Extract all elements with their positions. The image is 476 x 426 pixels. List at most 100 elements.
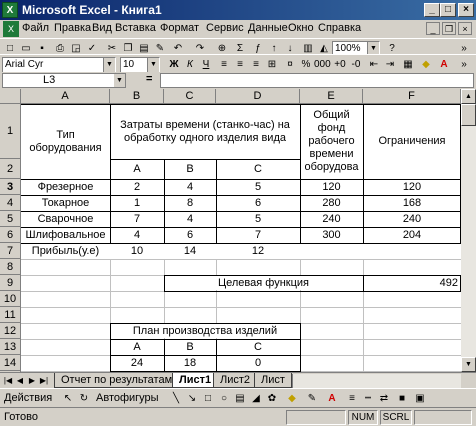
merge-center-icon[interactable]: ⊞	[264, 57, 280, 72]
column-header-f[interactable]: F	[363, 89, 461, 104]
format-options-icon[interactable]: »	[456, 57, 472, 72]
shadow-icon[interactable]: ■	[394, 391, 410, 406]
font-color-icon[interactable]: A	[436, 57, 452, 72]
cell-profit-value[interactable]: 12	[217, 244, 299, 258]
fill-color-icon[interactable]: ◆	[284, 391, 300, 406]
select-all-button[interactable]	[0, 89, 21, 104]
cell-d2-type-c[interactable]: C	[217, 160, 299, 178]
cell-value[interactable]: 5	[217, 180, 299, 194]
row-header-2[interactable]: 2	[0, 159, 21, 179]
objective-label[interactable]: Целевая функция	[165, 276, 362, 290]
cell-profit-value[interactable]: 10	[111, 244, 163, 258]
cell-value[interactable]: 8	[165, 196, 215, 210]
menu-format[interactable]: Формат	[160, 22, 199, 34]
worksheet-grid[interactable]: A B C D E F 1 2 3 4 5 6 7 8 9 10 11 12 1…	[0, 89, 476, 372]
plan-header-b[interactable]: B	[165, 340, 215, 354]
formula-input[interactable]	[160, 73, 474, 88]
clipart-icon[interactable]: ✿	[264, 391, 280, 406]
cell-value[interactable]: 120	[364, 180, 460, 194]
cell-value[interactable]: 2	[111, 180, 163, 194]
cell-profit-label[interactable]: Прибыль(у.е)	[22, 244, 109, 258]
actions-menu[interactable]: Действия	[4, 392, 52, 404]
plan-header-a[interactable]: A	[111, 340, 163, 354]
minimize-button[interactable]: _	[424, 3, 440, 17]
row-header-11[interactable]: 11	[0, 307, 21, 323]
borders-icon[interactable]: ▦	[400, 57, 416, 72]
cell-value[interactable]: 300	[301, 228, 362, 242]
menu-view[interactable]: Вид	[92, 22, 112, 34]
cell-equipment-name[interactable]: Шлифовальное	[22, 228, 109, 242]
fill-color-icon[interactable]: ◆	[418, 57, 434, 72]
cell-value[interactable]: 240	[301, 212, 362, 226]
currency-icon[interactable]: ¤	[282, 57, 298, 72]
font-size-select[interactable]: 10 ▼	[120, 57, 160, 73]
doc-minimize-button[interactable]: _	[426, 22, 440, 35]
plan-header-c[interactable]: C	[217, 340, 299, 354]
plan-title[interactable]: План производства изделий	[111, 324, 299, 338]
column-header-b[interactable]: B	[110, 89, 164, 104]
align-center-icon[interactable]: ≡	[232, 57, 248, 72]
document-icon[interactable]: X	[3, 21, 19, 37]
cell-equipment-name[interactable]: Токарное	[22, 196, 109, 210]
cell-value[interactable]: 204	[364, 228, 460, 242]
cell-value[interactable]: 7	[111, 212, 163, 226]
formula-equals[interactable]: =	[146, 73, 152, 85]
prev-sheet-icon[interactable]: ◀	[14, 374, 26, 387]
menu-file[interactable]: Файл	[22, 22, 49, 34]
percent-icon[interactable]: %	[298, 57, 314, 72]
cell-value[interactable]: 120	[301, 180, 362, 194]
row-header-9[interactable]: 9	[0, 275, 21, 291]
first-sheet-icon[interactable]: |◀	[2, 374, 14, 387]
column-header-c[interactable]: C	[164, 89, 216, 104]
row-header-7[interactable]: 7	[0, 243, 21, 259]
free-rotate-icon[interactable]: ↻	[76, 391, 92, 406]
cell-value[interactable]: 280	[301, 196, 362, 210]
cell-value[interactable]: 4	[165, 180, 215, 194]
cell-value[interactable]: 7	[217, 228, 299, 242]
align-right-icon[interactable]: ≡	[248, 57, 264, 72]
cell-value[interactable]: 1	[111, 196, 163, 210]
menu-insert[interactable]: Вставка	[115, 22, 156, 34]
decrease-indent-icon[interactable]: ⇤	[366, 57, 382, 72]
increase-decimal-icon[interactable]: +0	[332, 57, 348, 72]
row-header-5[interactable]: 5	[0, 211, 21, 227]
plan-value-b[interactable]: 18	[165, 356, 215, 370]
tab-sheet3[interactable]: Лист	[254, 373, 292, 388]
menu-edit[interactable]: Правка	[54, 22, 91, 34]
menu-data[interactable]: Данные	[248, 22, 288, 34]
arrow-icon[interactable]: ↘	[184, 391, 200, 406]
cell-value[interactable]: 4	[165, 212, 215, 226]
column-header-a[interactable]: A	[21, 89, 110, 104]
arrow-style-icon[interactable]: ⇄	[376, 391, 392, 406]
cell-value[interactable]: 168	[364, 196, 460, 210]
row-header-10[interactable]: 10	[0, 291, 21, 307]
align-left-icon[interactable]: ≡	[216, 57, 232, 72]
column-header-d[interactable]: D	[216, 89, 300, 104]
menu-help[interactable]: Справка	[318, 22, 361, 34]
3d-icon[interactable]: ▣	[412, 391, 428, 406]
scroll-thumb[interactable]	[461, 104, 476, 126]
italic-icon[interactable]: К	[182, 57, 198, 72]
increase-indent-icon[interactable]: ⇥	[382, 57, 398, 72]
cell-e1-fund-header[interactable]: Общий фонд рабочего времени оборудова	[301, 105, 362, 178]
last-sheet-icon[interactable]: ▶|	[38, 374, 50, 387]
row-header-4[interactable]: 4	[0, 195, 21, 211]
maximize-button[interactable]: □	[440, 3, 456, 17]
cell-profit-value[interactable]: 14	[165, 244, 215, 258]
tab-report[interactable]: Отчет по результатам 1	[54, 373, 189, 388]
tab-sheet2[interactable]: Лист2	[213, 373, 258, 388]
cell-c2-type-b[interactable]: B	[165, 160, 215, 178]
row-header-6[interactable]: 6	[0, 227, 21, 243]
row-header-12[interactable]: 12	[0, 323, 21, 339]
plan-value-a[interactable]: 24	[111, 356, 163, 370]
plan-value-c[interactable]: 0	[217, 356, 299, 370]
decrease-decimal-icon[interactable]: -0	[348, 57, 364, 72]
next-sheet-icon[interactable]: ▶	[26, 374, 38, 387]
cell-value[interactable]: 6	[217, 196, 299, 210]
bold-icon[interactable]: Ж	[166, 57, 182, 72]
column-header-e[interactable]: E	[300, 89, 363, 104]
scroll-up-icon[interactable]: ▲	[461, 89, 476, 104]
cell-value[interactable]: 5	[217, 212, 299, 226]
dash-style-icon[interactable]: ┅	[360, 391, 376, 406]
row-header-14[interactable]: 14	[0, 355, 21, 371]
